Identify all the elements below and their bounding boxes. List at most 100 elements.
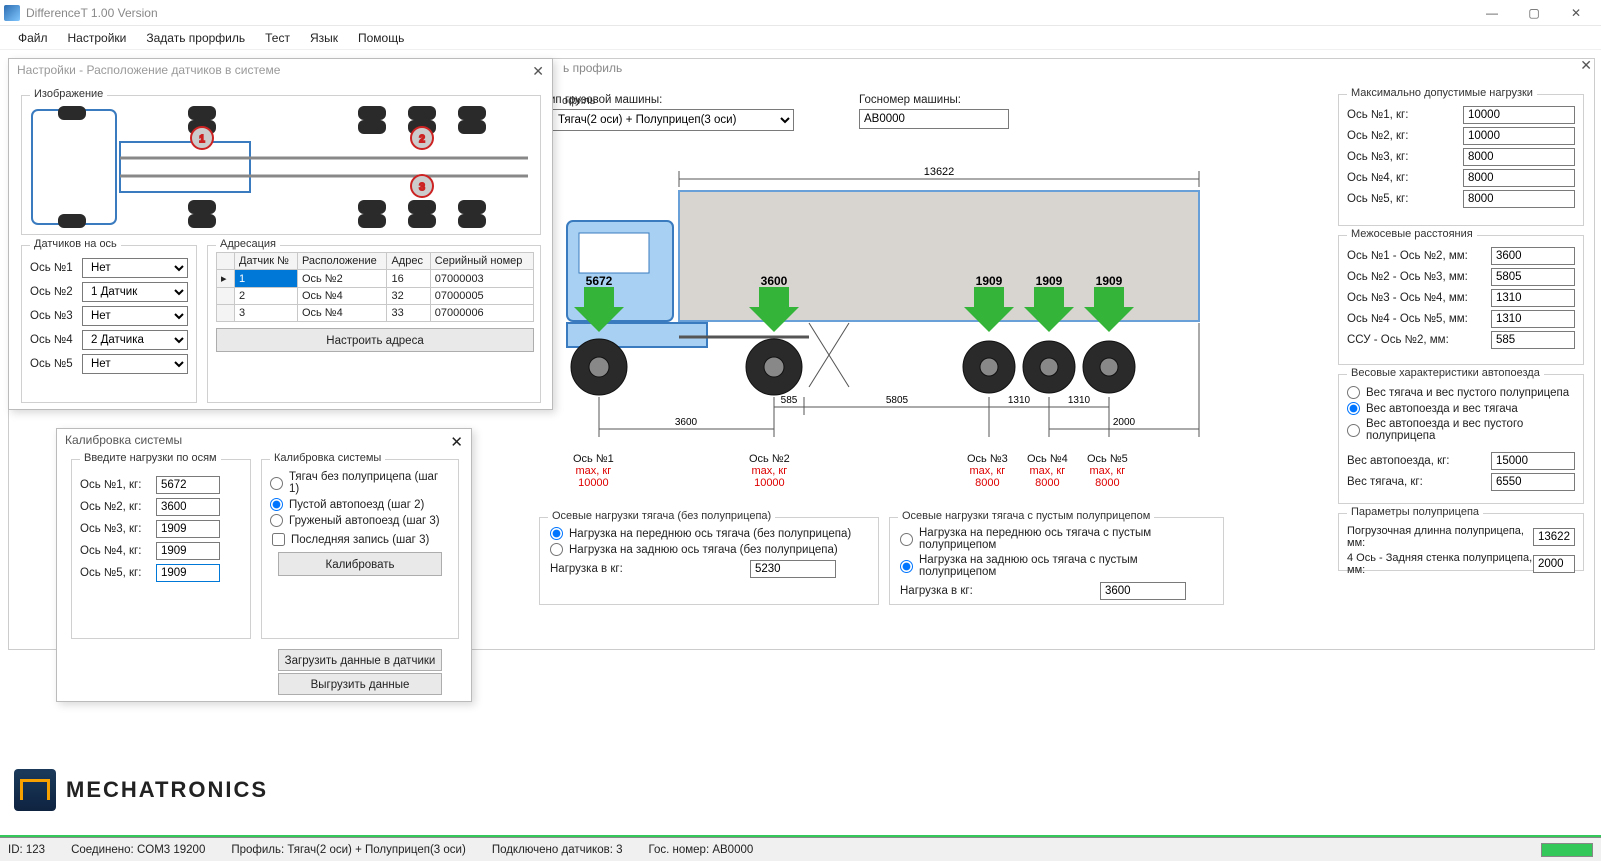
unload-data-button[interactable]: Выгрузить данные (278, 673, 442, 695)
chassis-image-group: Изображение (21, 95, 541, 235)
menu-file[interactable]: Файл (8, 31, 58, 45)
svg-text:5672: 5672 (586, 274, 613, 288)
calib-axle3[interactable] (156, 520, 220, 538)
max-loads-group: Максимально допустимые нагрузки Ось №1, … (1338, 94, 1584, 226)
tractor-front-empty-trailer[interactable] (900, 533, 913, 546)
load-a-input[interactable] (750, 560, 836, 578)
app-icon (4, 5, 20, 21)
svg-text:3600: 3600 (761, 274, 788, 288)
calib-axle4[interactable] (156, 542, 220, 560)
close-button[interactable]: ✕ (1555, 0, 1597, 26)
brand-logo: MECHATRONICS (14, 769, 268, 811)
maxload-axle3[interactable] (1463, 148, 1575, 166)
menu-test[interactable]: Тест (255, 31, 300, 45)
total-weight[interactable] (1491, 452, 1575, 470)
sensors-axle2[interactable]: 1 Датчик (82, 282, 188, 302)
calib-dialog-close[interactable]: ✕ (450, 433, 463, 451)
sensor-dialog-close[interactable]: ✕ (532, 63, 544, 80)
weight-option-3[interactable] (1347, 424, 1360, 437)
svg-text:585: 585 (781, 395, 798, 406)
interaxle-45[interactable] (1491, 310, 1575, 328)
table-row: 2Ось №43207000005 (217, 288, 534, 305)
trailer-length[interactable] (1533, 528, 1575, 546)
tractor-weight[interactable] (1491, 473, 1575, 491)
calibration-dialog: Калибровка системы ✕ Введите нагрузки по… (56, 428, 472, 702)
svg-text:1909: 1909 (976, 274, 1003, 288)
status-profile: Профиль: Тягач(2 оси) + Полуприцеп(3 оси… (231, 844, 465, 856)
menu-profile[interactable]: Задать прорфиль (136, 31, 255, 45)
sensors-axle1[interactable]: Нет (82, 258, 188, 278)
svg-text:1909: 1909 (1036, 274, 1063, 288)
minimize-button[interactable]: — (1471, 0, 1513, 26)
interaxle-group: Межосевые расстояния Ось №1 - Ось №2, мм… (1338, 235, 1584, 365)
calib-axle1[interactable] (156, 476, 220, 494)
overall-dim: 13622 (924, 167, 955, 178)
calib-dialog-title: Калибровка системы (57, 429, 471, 451)
trailer-rear[interactable] (1533, 555, 1575, 573)
interaxle-12[interactable] (1491, 247, 1575, 265)
sensors-axle4[interactable]: 2 Датчика (82, 330, 188, 350)
maxload-axle4[interactable] (1463, 169, 1575, 187)
weightchar-group: Весовые характеристики автопоезда Вес тя… (1338, 374, 1584, 504)
configure-addresses-button[interactable]: Настроить адреса (216, 328, 534, 352)
menu-help[interactable]: Помощь (348, 31, 414, 45)
window-title: DifferenceT 1.00 Version (26, 6, 1471, 20)
interaxle-ssu[interactable] (1491, 331, 1575, 349)
calib-step3[interactable] (270, 514, 283, 527)
logo-text: MECHATRONICS (66, 777, 268, 803)
maximize-button[interactable]: ▢ (1513, 0, 1555, 26)
svg-text:1310: 1310 (1008, 395, 1031, 406)
load-b-input[interactable] (1100, 582, 1186, 600)
calib-step1[interactable] (270, 477, 283, 490)
interaxle-34[interactable] (1491, 289, 1575, 307)
weight-option-2[interactable] (1347, 402, 1360, 415)
calib-axle5[interactable] (156, 564, 220, 582)
svg-text:3600: 3600 (675, 417, 698, 428)
status-sensors: Подключено датчиков: 3 (492, 844, 623, 856)
last-record-checkbox[interactable] (272, 533, 285, 546)
statusbar: ID: 123 Соединено: COM3 19200 Профиль: Т… (0, 837, 1601, 861)
svg-text:1: 1 (199, 134, 205, 145)
load-to-sensors-button[interactable]: Загрузить данные в датчики (278, 649, 442, 671)
menu-language[interactable]: Язык (300, 31, 348, 45)
tractor-rear-empty-trailer[interactable] (900, 560, 913, 573)
svg-text:2: 2 (419, 134, 425, 145)
svg-text:2000: 2000 (1113, 417, 1136, 428)
calib-axle2[interactable] (156, 498, 220, 516)
maxload-axle1[interactable] (1463, 106, 1575, 124)
svg-text:1909: 1909 (1096, 274, 1123, 288)
table-row: 3Ось №43307000006 (217, 305, 534, 322)
truck-type-select[interactable]: Тягач(2 оси) + Полуприцеп(3 оси) (549, 109, 794, 131)
sensors-per-axle-group: Датчиков на ось Ось №1Нет Ось №21 Датчик… (21, 245, 197, 403)
svg-text:1310: 1310 (1068, 395, 1091, 406)
maxload-axle5[interactable] (1463, 190, 1575, 208)
calibrate-button[interactable]: Калибровать (278, 552, 442, 576)
calib-loads-group: Введите нагрузки по осям Ось №1, кг: Ось… (71, 459, 251, 639)
menu-settings[interactable]: Настройки (58, 31, 137, 45)
truck-type-label: ип грузовой машины: (549, 94, 859, 106)
status-plate: Гос. номер: AB0000 (649, 844, 754, 856)
sensors-axle5[interactable]: Нет (82, 354, 188, 374)
sensors-axle3[interactable]: Нет (82, 306, 188, 326)
profile-title-fragment: ь профиль (563, 61, 622, 75)
menubar: Файл Настройки Задать прорфиль Тест Язык… (0, 26, 1601, 50)
svg-text:3: 3 (419, 182, 425, 193)
sensor-dialog-title: Настройки - Расположение датчиков в сист… (9, 59, 552, 81)
plate-label: Госномер машины: (859, 94, 1179, 106)
interaxle-23[interactable] (1491, 268, 1575, 286)
weight-option-1[interactable] (1347, 386, 1360, 399)
sensor-layout-dialog: Настройки - Расположение датчиков в сист… (8, 58, 553, 410)
status-id: ID: 123 (8, 844, 45, 856)
logo-icon (14, 769, 56, 811)
status-light-icon (1541, 843, 1593, 857)
tractor-rear-no-trailer[interactable] (550, 543, 563, 556)
status-connection: Соединено: COM3 19200 (71, 844, 205, 856)
tractor-loads-group-b: Осевые нагрузки тягача с пустым полуприц… (889, 517, 1224, 605)
addressing-table[interactable]: Датчик № Расположение Адрес Серийный ном… (216, 252, 534, 322)
svg-text:5805: 5805 (886, 395, 909, 406)
profile-close-button[interactable]: ✕ (1580, 57, 1592, 74)
tractor-front-no-trailer[interactable] (550, 527, 563, 540)
plate-input[interactable] (859, 109, 1009, 129)
table-row: ▸1Ось №21607000003 (217, 270, 534, 288)
calib-step2[interactable] (270, 498, 283, 511)
